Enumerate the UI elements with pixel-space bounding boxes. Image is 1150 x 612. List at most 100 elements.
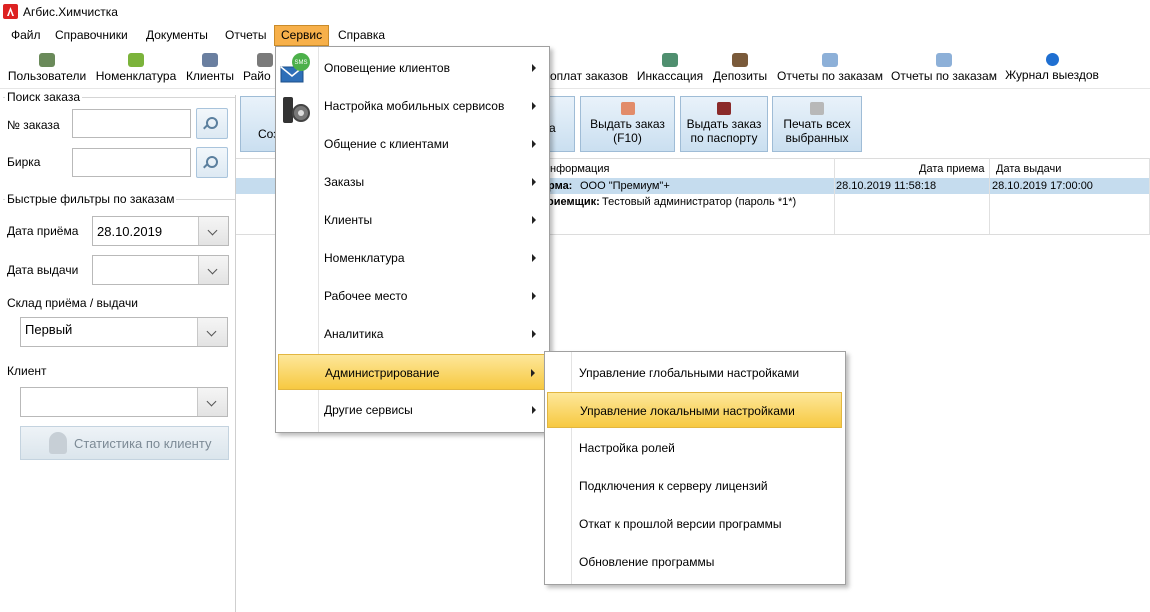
menu-item-client-communication[interactable]: Общение с клиентами — [278, 126, 546, 162]
firm-value: ООО "Премиум"+ — [580, 180, 670, 192]
collection-icon — [662, 53, 678, 67]
warehouse-combo[interactable]: Первый — [20, 317, 228, 347]
submenu-arrow-icon — [532, 140, 536, 148]
received-date-combo[interactable]: 28.10.2019 — [92, 216, 229, 246]
submenu-arrow-icon — [532, 178, 536, 186]
received-date-label: Дата приёма — [7, 224, 79, 238]
toolbar-clients-button[interactable]: Клиенты — [185, 50, 235, 86]
order-number-label: № заказа — [7, 118, 60, 132]
firm-label: рма: — [548, 180, 573, 192]
title-bar: Агбис.Химчистка — [0, 0, 1150, 24]
menu-file[interactable]: Файл — [5, 25, 47, 46]
menu-item-administration[interactable]: Администрирование — [278, 354, 546, 390]
window-title: Агбис.Химчистка — [23, 5, 118, 19]
print-selected-button[interactable]: Печать всех выбранных — [772, 96, 862, 152]
menu-item-workplace[interactable]: Рабочее место — [278, 278, 546, 314]
chevron-down-icon[interactable] — [197, 318, 227, 346]
nomenclature-icon — [128, 53, 144, 67]
menu-help[interactable]: Справка — [332, 25, 391, 46]
toolbar-nomenclature-button[interactable]: Номенклатура — [94, 50, 178, 86]
tag-input[interactable] — [72, 148, 191, 177]
menu-documents[interactable]: Документы — [140, 25, 214, 46]
toolbar-order-reports-2-button[interactable]: Отчеты по заказам — [890, 50, 998, 86]
menu-item-mobile-services[interactable]: Настройка мобильных сервисов — [278, 88, 546, 124]
menu-item-roles[interactable]: Настройка ролей — [547, 430, 842, 466]
menu-service[interactable]: Сервис — [274, 25, 330, 46]
issue-date-combo[interactable] — [92, 255, 229, 285]
received-date-cell: 28.10.2019 11:58:18 — [836, 180, 937, 192]
column-info-header[interactable]: нформация — [550, 163, 609, 175]
issue-date-label: Дата выдачи — [7, 263, 79, 277]
payments-icon — [582, 53, 598, 67]
submenu-arrow-icon — [532, 64, 536, 72]
toolbar-order-reports-button[interactable]: Отчеты по заказам — [776, 50, 884, 86]
administration-submenu: Управление глобальными настройками Управ… — [544, 351, 846, 585]
deposit-icon — [732, 53, 748, 67]
issue-order-icon — [620, 102, 635, 115]
issue-order-button[interactable]: Выдать заказ (F10) — [580, 96, 675, 152]
toolbar: Пользователи Номенклатура Клиенты Райо о… — [0, 50, 1150, 89]
column-issued-header[interactable]: Дата выдачи — [996, 163, 1061, 175]
toolbar-payments-button[interactable]: оплат заказов — [550, 50, 630, 86]
submenu-arrow-icon — [532, 254, 536, 262]
submenu-arrow-icon — [532, 406, 536, 414]
warehouse-value: Первый — [25, 322, 73, 337]
menu-item-other-services[interactable]: Другие сервисы — [278, 392, 546, 428]
arrow-right-icon — [1045, 53, 1059, 66]
column-divider — [834, 158, 835, 234]
client-label: Клиент — [7, 364, 47, 378]
menu-item-analytics[interactable]: Аналитика — [278, 316, 546, 352]
issued-date-cell: 28.10.2019 17:00:00 — [992, 180, 1093, 192]
order-search-button[interactable] — [196, 108, 228, 139]
menu-item-update[interactable]: Обновление программы — [547, 544, 842, 580]
submenu-arrow-icon — [532, 292, 536, 300]
printer-icon — [810, 102, 824, 115]
toolbar-collection-button[interactable]: Инкассация — [636, 50, 704, 86]
submenu-arrow-icon — [532, 330, 536, 338]
receiver-value: Тестовый администратор (пароль *1*) — [602, 196, 797, 208]
menu-references[interactable]: Справочники — [49, 25, 134, 46]
client-combo[interactable] — [20, 387, 228, 417]
menu-item-rollback[interactable]: Откат к прошлой версии программы — [547, 506, 842, 542]
search-icon — [206, 156, 218, 168]
receiver-label: риемщик: — [547, 196, 600, 208]
warehouse-label: Склад приёма / выдачи — [7, 296, 138, 310]
menu-bar: Файл Справочники Документы Отчеты Сервис… — [0, 25, 1150, 46]
service-menu: SMS Оповещение клиентов Настройка мобиль… — [275, 46, 550, 433]
left-panel: Поиск заказа № заказа Бирка Быстрые филь… — [0, 88, 236, 612]
issue-by-passport-button[interactable]: Выдать заказ по паспорту — [680, 96, 768, 152]
app-logo-icon — [3, 4, 18, 19]
column-received-header[interactable]: Дата приема — [919, 163, 984, 175]
district-icon — [257, 53, 273, 67]
tag-label: Бирка — [7, 155, 41, 169]
users-icon — [39, 53, 55, 67]
order-number-input[interactable] — [72, 109, 191, 138]
user-icon — [49, 432, 67, 454]
report-icon — [936, 53, 952, 67]
menu-item-local-settings[interactable]: Управление локальными настройками — [547, 392, 842, 428]
toolbar-trips-journal-button[interactable]: Журнал выездов — [1004, 50, 1100, 86]
create-order-button[interactable]: Соз — [240, 96, 280, 152]
menu-item-license-server[interactable]: Подключения к серверу лицензий — [547, 468, 842, 504]
client-icon — [202, 53, 218, 67]
order-search-group-title: Поиск заказа — [5, 90, 82, 104]
column-divider — [989, 158, 990, 234]
chevron-down-icon[interactable] — [197, 388, 227, 416]
toolbar-users-button[interactable]: Пользователи — [6, 50, 88, 86]
toolbar-deposits-button[interactable]: Депозиты — [711, 50, 769, 86]
toolbar-districts-button[interactable]: Райо — [243, 50, 277, 86]
menu-item-client-notification[interactable]: Оповещение клиентов — [278, 50, 546, 86]
received-date-value: 28.10.2019 — [97, 224, 163, 239]
quick-filters-group-title: Быстрые фильтры по заказам — [5, 192, 177, 206]
report-icon — [822, 53, 838, 67]
client-statistics-button[interactable]: Статистика по клиенту — [20, 426, 229, 460]
menu-item-global-settings[interactable]: Управление глобальными настройками — [547, 355, 842, 391]
menu-reports[interactable]: Отчеты — [219, 25, 272, 46]
chevron-down-icon[interactable] — [198, 256, 228, 284]
tag-search-button[interactable] — [196, 147, 228, 178]
menu-item-clients[interactable]: Клиенты — [278, 202, 546, 238]
menu-item-nomenclature[interactable]: Номенклатура — [278, 240, 546, 276]
submenu-arrow-icon — [532, 102, 536, 110]
chevron-down-icon[interactable] — [198, 217, 228, 245]
menu-item-orders[interactable]: Заказы — [278, 164, 546, 200]
